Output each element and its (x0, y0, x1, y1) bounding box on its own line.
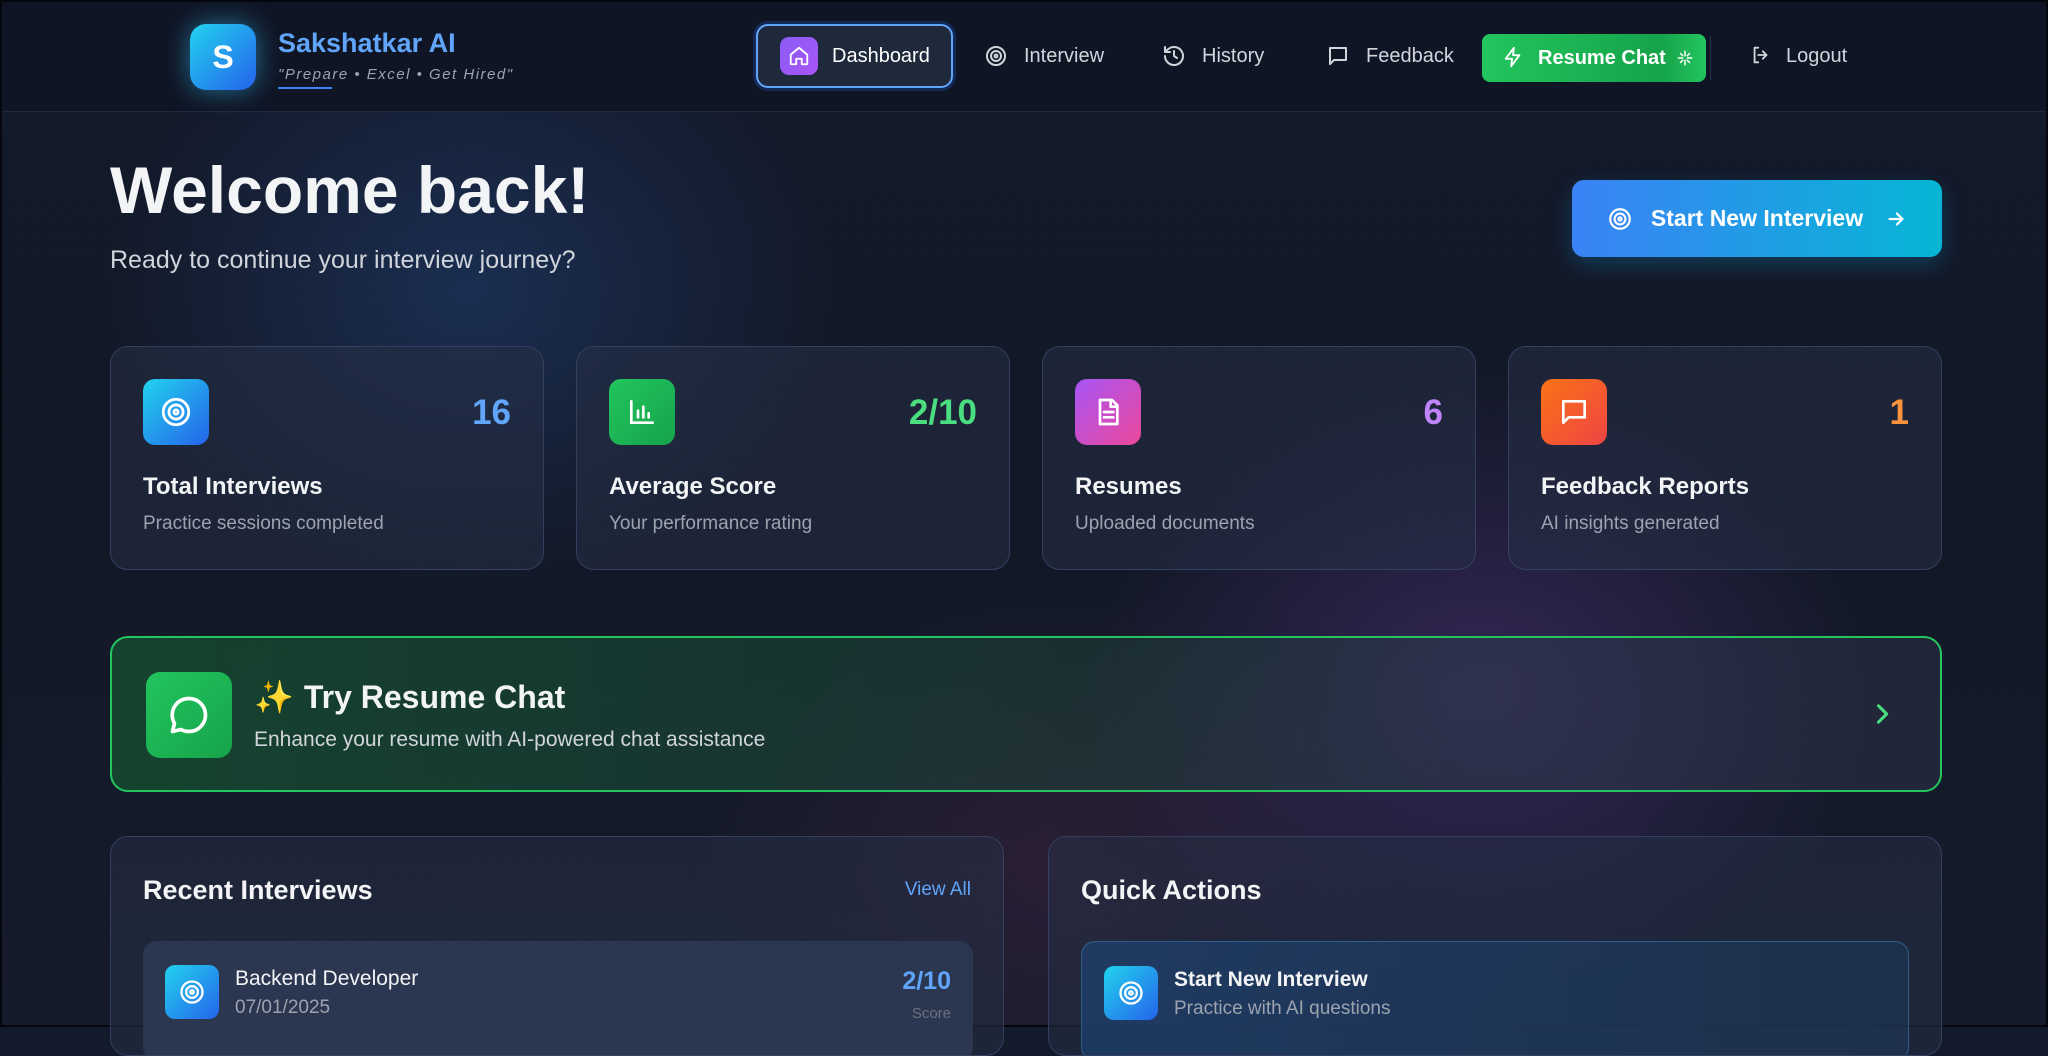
stat-description: AI insights generated (1541, 513, 1720, 534)
nav-dashboard-button[interactable]: Dashboard (756, 24, 953, 88)
interview-score-label: Score (911, 1005, 951, 1022)
target-icon (984, 44, 1008, 68)
stat-label: Feedback Reports (1541, 473, 1750, 500)
nav-history-label: History (1202, 44, 1265, 67)
stat-card-resumes: 6 Resumes Uploaded documents (1042, 346, 1476, 570)
nav-history-button[interactable]: History (1162, 24, 1264, 88)
quick-action-description: Practice with AI questions (1174, 998, 1391, 1019)
view-all-link[interactable]: View All (905, 879, 971, 901)
target-icon (165, 965, 219, 1019)
logo[interactable]: S (190, 24, 256, 90)
banner-description: Enhance your resume with AI-powered chat… (254, 728, 766, 751)
stat-value: 6 (1423, 393, 1443, 432)
list-item[interactable]: Backend Developer 07/01/2025 2/10 Score (143, 941, 973, 1055)
stat-card-average-score: 2/10 Average Score Your performance rati… (576, 346, 1010, 570)
stat-value: 16 (472, 393, 511, 432)
stat-label: Resumes (1075, 473, 1182, 500)
nav-divider (1710, 36, 1711, 80)
brand-name[interactable]: Sakshatkar AI (278, 28, 456, 59)
arrow-right-icon (1885, 208, 1907, 230)
start-new-interview-button[interactable]: Start New Interview (1572, 180, 1942, 257)
message-square-icon (1326, 44, 1350, 68)
target-icon (143, 379, 209, 445)
stat-card-total-interviews: 16 Total Interviews Practice sessions co… (110, 346, 544, 570)
sparkle-icon (1676, 49, 1694, 67)
stat-description: Practice sessions completed (143, 513, 384, 534)
lightning-icon (1502, 46, 1526, 70)
stat-value: 2/10 (908, 393, 977, 432)
interview-score: 2/10 (902, 967, 951, 995)
stat-description: Your performance rating (609, 513, 813, 534)
home-icon (780, 37, 818, 75)
quick-action-title: Start New Interview (1174, 968, 1368, 991)
document-icon (1075, 379, 1141, 445)
stat-description: Uploaded documents (1075, 513, 1255, 534)
target-icon (1607, 206, 1633, 232)
logout-icon (1750, 44, 1774, 68)
interview-date: 07/01/2025 (235, 997, 331, 1018)
start-new-interview-label: Start New Interview (1650, 205, 1864, 231)
history-icon (1162, 44, 1186, 68)
page-subtitle: Ready to continue your interview journey… (110, 246, 576, 274)
nav-interview-button[interactable]: Interview (984, 24, 1104, 88)
nav-feedback-label: Feedback (1366, 44, 1454, 67)
nav-feedback-button[interactable]: Feedback (1326, 24, 1454, 88)
brand-underline (278, 87, 332, 89)
banner-title-text: Try Resume Chat (303, 679, 566, 715)
stat-card-feedback-reports: 1 Feedback Reports AI insights generated (1508, 346, 1942, 570)
banner-title: ✨ Try Resume Chat (254, 678, 565, 716)
page-title: Welcome back! (110, 153, 590, 227)
interview-role: Backend Developer (235, 967, 419, 990)
nav-logout-button[interactable]: Logout (1750, 24, 1847, 88)
quick-actions-panel: Quick Actions Start New Interview Practi… (1048, 836, 1942, 1056)
quick-actions-title: Quick Actions (1081, 875, 1262, 905)
stat-label: Average Score (609, 473, 777, 500)
recent-interviews-panel: Recent Interviews View All Backend Devel… (110, 836, 1004, 1056)
bar-chart-icon (609, 379, 675, 445)
nav-interview-label: Interview (1024, 44, 1105, 67)
quick-action-start-interview[interactable]: Start New Interview Practice with AI que… (1081, 941, 1909, 1055)
chevron-right-icon[interactable] (1868, 700, 1896, 728)
brand-tagline: "Prepare • Excel • Get Hired" (278, 66, 514, 83)
recent-interviews-title: Recent Interviews (143, 875, 373, 905)
sparkles-icon: ✨ (254, 679, 294, 715)
target-icon (1104, 966, 1158, 1020)
nav-resume-chat-label: Resume Chat (1538, 46, 1666, 69)
stat-value: 1 (1889, 393, 1909, 432)
chat-bubble-icon (146, 672, 232, 758)
nav-logout-label: Logout (1786, 44, 1848, 67)
stat-label: Total Interviews (143, 473, 323, 500)
resume-chat-banner[interactable]: ✨ Try Resume Chat Enhance your resume wit… (110, 636, 1942, 792)
nav-dashboard-label: Dashboard (832, 44, 930, 67)
top-navigation: S Sakshatkar AI "Prepare • Excel • Get H… (2, 2, 2046, 112)
message-square-icon (1541, 379, 1607, 445)
nav-resume-chat-button[interactable]: Resume Chat (1482, 34, 1706, 82)
